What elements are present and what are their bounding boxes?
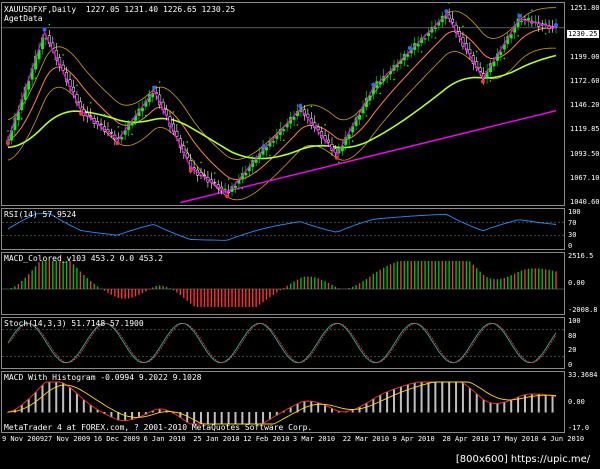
date-label: 12 Feb 2010 [243, 435, 290, 443]
rsi-label: RSI(14) 57.9524 [4, 210, 77, 219]
date-label: 6 Jan 2010 [143, 435, 186, 443]
rsi-axis-label: 70 [568, 219, 577, 228]
price-axis-label: 1067.10 [570, 173, 600, 182]
macd-colored-axis-label: 0.00 [568, 279, 585, 287]
macd-histogram-label: MACD With Histogram -0.0994 9.2022 9.102… [4, 373, 202, 382]
date-label: 22 Mar 2010 [342, 435, 390, 443]
macd-colored-label: MACD_Colored_v103 453.2 0.0 453.2 [4, 254, 163, 263]
date-label: 3 Mar 2010 [292, 435, 336, 443]
rsi-axis-label: 30 [568, 230, 577, 239]
stoch-axis-label: 20 [568, 346, 577, 355]
chart-subtitle: AgetData [4, 14, 43, 23]
date-label: 9 Apr 2010 [392, 435, 435, 443]
macd-hist-axis-label: 33.3684 [568, 371, 598, 379]
stoch-axis-label: 80 [568, 331, 577, 340]
rsi-pane[interactable] [1, 208, 565, 250]
price-axis-label: 1093.50 [570, 149, 600, 158]
stoch-label: Stoch(14,3,3) 51.7148 57.1900 [4, 319, 144, 328]
watermark: [800x600] https://upic.me/ [447, 451, 599, 468]
macd-colored-axis-label: -2008.8 [568, 306, 598, 314]
price-axis-label: 1199.00 [570, 52, 600, 61]
macd-hist-axis-label: 0.00 [568, 397, 585, 406]
macd-colored-axis-label: 2516.5 [568, 252, 594, 260]
date-label: 28 Apr 2010 [442, 435, 489, 443]
price-axis-label: 1251.80 [570, 4, 600, 12]
date-label: 16 Dec 2009 [93, 435, 140, 443]
date-label: 25 Jan 2010 [193, 435, 240, 443]
stoch-axis-label: 100 [568, 317, 581, 325]
chart-title: XAUUSDFXF,Daily 1227.05 1231.40 1226.65 … [4, 5, 236, 14]
date-label: 27 Nov 2009 [43, 435, 91, 443]
date-label: 9 Nov 2009 [2, 435, 45, 443]
stoch-axis-label: 0 [568, 361, 573, 369]
price-pane[interactable] [1, 2, 565, 206]
trading-terminal: XAUUSDFXF,Daily 1227.05 1231.40 1226.65 … [0, 0, 600, 469]
price-axis-label: 1146.20 [570, 101, 600, 109]
date-label: 17 May 2010 [492, 435, 539, 443]
rsi-axis-label: 100 [568, 208, 581, 216]
current-price-tag: 1230.25 [567, 30, 599, 38]
macd-hist-axis-label: -17.0 [568, 424, 590, 432]
price-axis-label: 1040.60 [570, 198, 600, 206]
footer-copyright: MetaTrader 4 at FOREX.com, ? 2001-2010 M… [4, 423, 313, 432]
price-axis-label: 1172.60 [570, 76, 600, 85]
date-label: 4 Jun 2010 [542, 435, 585, 443]
price-axis-label: 1119.85 [570, 125, 600, 134]
rsi-axis-label: 0 [568, 242, 573, 250]
